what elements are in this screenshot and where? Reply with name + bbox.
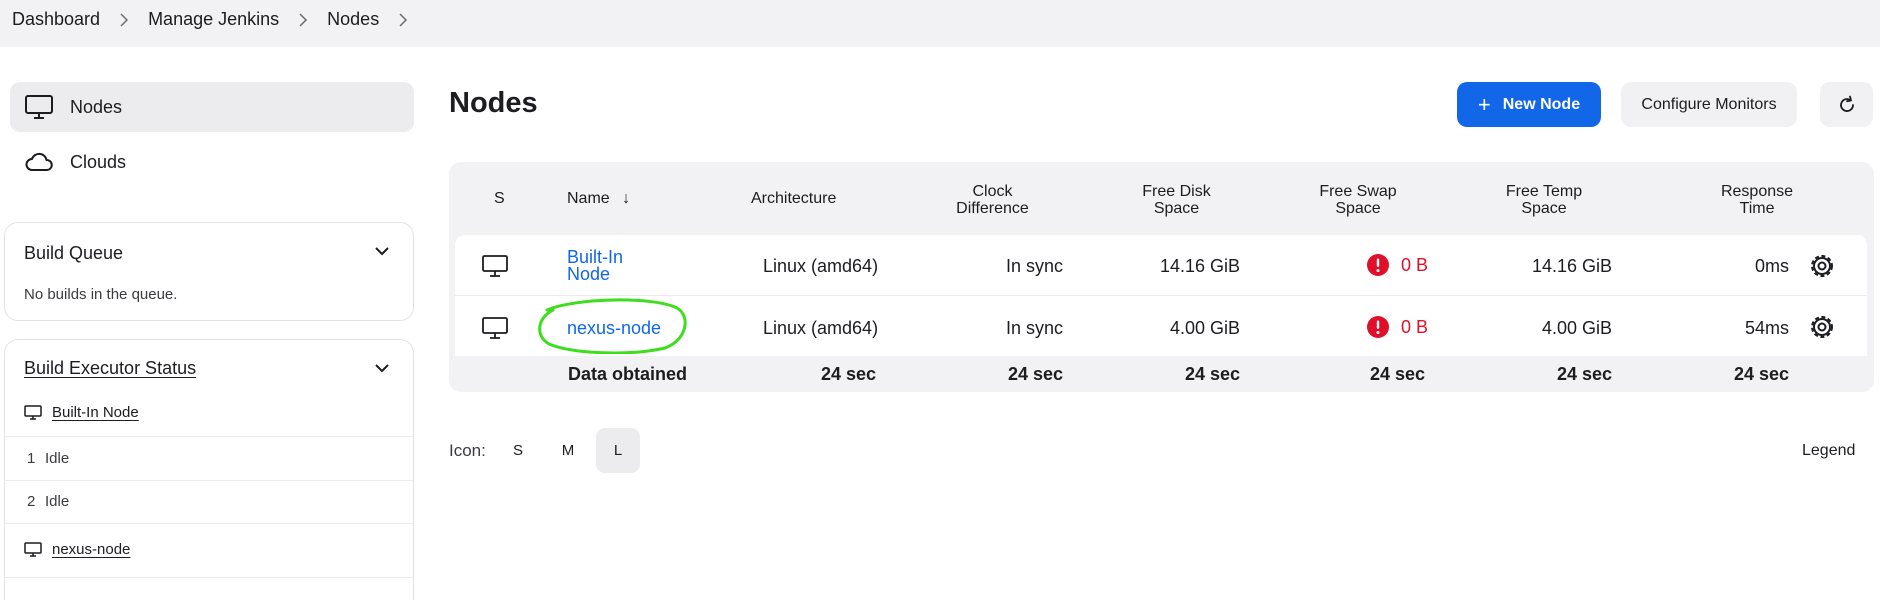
gear-icon[interactable] <box>1808 313 1836 341</box>
data-obtained-label: Data obtained <box>568 364 688 384</box>
data-obtained-value: 24 sec <box>1556 364 1612 384</box>
column-header-s[interactable]: S <box>494 190 505 207</box>
breadcrumb-bar: Dashboard Manage Jenkins Nodes <box>0 0 1880 47</box>
highlight-annotation <box>538 298 687 354</box>
computer-icon <box>25 95 53 119</box>
icon-size-s-button[interactable]: S <box>496 428 540 473</box>
disk-space-cell: 4.00 GiB <box>1169 318 1240 338</box>
refresh-icon <box>1839 95 1854 112</box>
page-title: Nodes <box>449 87 538 119</box>
architecture-cell: Linux (amd64) <box>763 256 879 276</box>
executor-number: 2 <box>27 493 36 510</box>
column-header-clock-difference[interactable]: Clock Difference <box>945 183 1040 217</box>
build-queue-empty-text: No builds in the queue. <box>24 286 178 303</box>
column-header-free-disk-space[interactable]: Free Disk Space <box>1129 183 1224 217</box>
computer-icon <box>482 255 508 277</box>
clock-cell: In sync <box>1005 318 1063 338</box>
executor-row: 2 Idle <box>5 480 413 524</box>
executor-node-built-in: Built-In Node <box>24 404 139 421</box>
configure-monitors-label: Configure Monitors <box>1641 95 1777 113</box>
column-header-free-temp-space[interactable]: Free Temp Space <box>1494 183 1594 217</box>
column-header-name[interactable]: Name ↓ <box>567 190 630 207</box>
header-line: Difference <box>956 200 1029 217</box>
data-obtained-value: 24 sec <box>1007 364 1063 384</box>
column-header-response-time[interactable]: Response Time <box>1707 183 1807 217</box>
temp-space-cell: 14.16 GiB <box>1531 256 1612 276</box>
header-line: Clock <box>972 183 1013 200</box>
header-line: Space <box>1521 200 1567 217</box>
error-icon <box>1367 316 1389 338</box>
executor-status-title[interactable]: Build Executor Status <box>24 358 196 379</box>
executor-status-panel: Build Executor Status Built-In Node 1 Id… <box>4 339 414 600</box>
executor-number: 1 <box>27 450 36 467</box>
icon-size-label: Icon: <box>449 441 486 460</box>
sort-arrow-icon: ↓ <box>622 190 631 207</box>
data-obtained-value: 24 sec <box>1369 364 1425 384</box>
data-obtained-value: 24 sec <box>820 364 876 384</box>
build-queue-title: Build Queue <box>24 243 124 263</box>
swap-space-value: 0 B <box>1401 254 1429 275</box>
column-header-architecture[interactable]: Architecture <box>751 190 836 207</box>
data-obtained-value: 24 sec <box>1184 364 1240 384</box>
disk-space-cell: 14.16 GiB <box>1159 256 1240 276</box>
executor-row: 1 Idle <box>5 436 413 481</box>
header-line: Free Temp <box>1505 183 1583 200</box>
executor-status: Idle <box>45 493 70 510</box>
header-line: Response <box>1720 183 1794 200</box>
clock-cell: In sync <box>1005 256 1063 276</box>
computer-icon <box>24 542 42 557</box>
executor-node-link[interactable]: Built-In Node <box>52 404 139 421</box>
response-time-cell: 0ms <box>1754 256 1789 276</box>
architecture-cell: Linux (amd64) <box>763 318 879 338</box>
breadcrumb-nodes[interactable]: Nodes <box>327 9 379 30</box>
breadcrumb-manage-jenkins[interactable]: Manage Jenkins <box>148 9 279 30</box>
swap-space-cell: 0 B <box>1367 254 1428 276</box>
sidebar-item-label: Nodes <box>70 96 123 117</box>
chevron-down-icon[interactable] <box>374 363 390 373</box>
gear-icon[interactable] <box>1808 252 1836 280</box>
node-link-built-in[interactable]: Built-In Node <box>567 248 623 284</box>
icon-size-l-button[interactable]: L <box>596 428 640 473</box>
build-queue-panel: Build Queue No builds in the queue. <box>4 222 414 321</box>
error-icon <box>1367 254 1389 276</box>
header-line: Space <box>1335 200 1381 217</box>
response-time-cell: 54ms <box>1744 318 1789 338</box>
icon-size-m-button[interactable]: M <box>546 428 590 473</box>
header-line: Space <box>1153 200 1200 217</box>
executor-status: Idle <box>45 450 70 467</box>
chevron-right-icon <box>299 12 308 27</box>
data-obtained-value: 24 sec <box>1733 364 1789 384</box>
computer-icon <box>482 317 508 339</box>
breadcrumb: Dashboard Manage Jenkins Nodes <box>12 9 427 30</box>
executor-node-nexus: nexus-node <box>24 541 130 558</box>
configure-monitors-button[interactable]: Configure Monitors <box>1621 82 1797 127</box>
cloud-icon <box>25 152 53 171</box>
header-line: Free Disk <box>1142 183 1211 200</box>
header-line: Free Swap <box>1319 183 1397 200</box>
temp-space-cell: 4.00 GiB <box>1541 318 1612 338</box>
sidebar-item-label: Clouds <box>70 151 127 172</box>
divider <box>5 577 413 578</box>
breadcrumb-dashboard[interactable]: Dashboard <box>12 9 100 30</box>
legend-link[interactable]: Legend <box>1802 442 1855 460</box>
chevron-right-icon <box>120 12 129 27</box>
swap-space-cell: 0 B <box>1367 316 1428 338</box>
column-header-name-label: Name <box>567 190 610 207</box>
node-name-line: Node <box>567 264 611 284</box>
swap-space-value: 0 B <box>1401 316 1429 337</box>
plus-icon: + <box>1477 91 1491 117</box>
chevron-down-icon[interactable] <box>374 246 390 256</box>
sidebar-item-clouds[interactable]: Clouds <box>10 137 414 187</box>
refresh-button[interactable] <box>1820 82 1873 127</box>
sidebar-item-nodes[interactable]: Nodes <box>10 82 414 132</box>
new-node-label: New Node <box>1502 95 1581 113</box>
executor-node-link[interactable]: nexus-node <box>52 541 130 558</box>
column-header-free-swap-space[interactable]: Free Swap Space <box>1308 183 1408 217</box>
new-node-button[interactable]: + New Node <box>1457 82 1601 127</box>
header-line: Time <box>1739 200 1775 217</box>
chevron-right-icon[interactable] <box>397 12 409 27</box>
computer-icon <box>24 405 42 420</box>
